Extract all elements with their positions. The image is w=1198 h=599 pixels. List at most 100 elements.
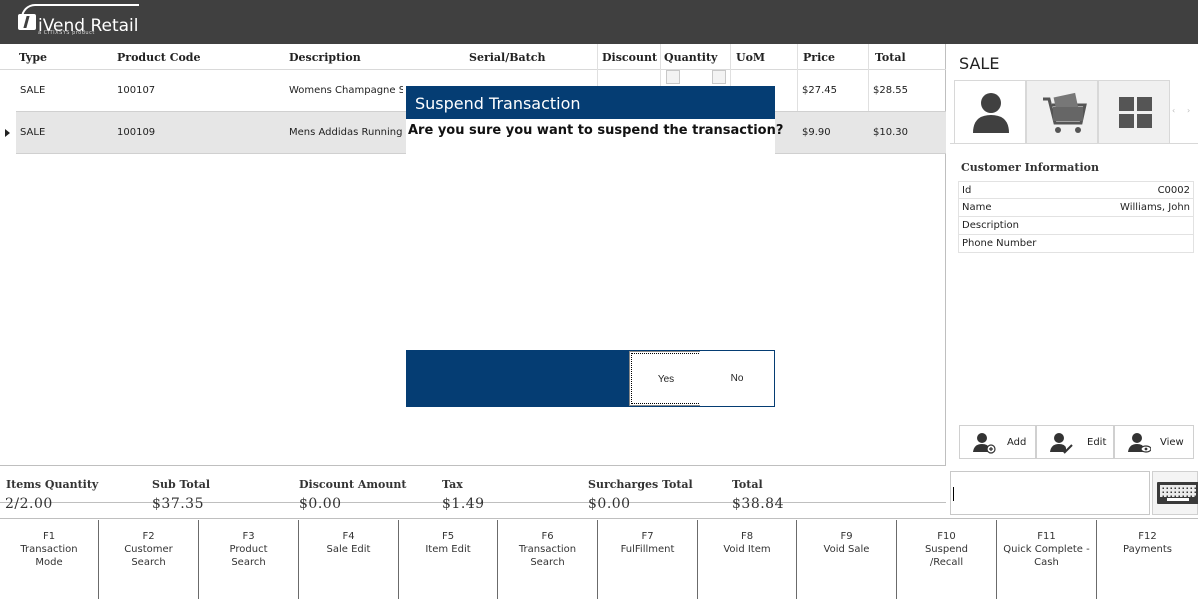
f10-suspend-recall-button[interactable]: F10 Suspend /Recall [897,520,997,599]
col-header-type[interactable]: Type [19,51,47,64]
cell-description: Womens Champagne S [289,85,403,96]
items-quantity-value: 2/2.00 [5,496,53,512]
items-quantity-label: Items Quantity [6,478,99,491]
fkey-key: F5 [441,531,455,542]
f12-payments-button[interactable]: F12 Payments [1097,520,1198,599]
quantity-increase-button[interactable] [712,70,726,84]
logo-i-mark [18,14,36,30]
total-label: Total [732,478,763,491]
fkey-key: F1 [42,531,56,542]
f9-void-sale-button[interactable]: F9 Void Sale [797,520,897,599]
col-header-description[interactable]: Description [289,51,361,64]
function-key-bar: F1 Transaction Mode F2 Customer Search F… [0,518,1198,599]
f3-product-search-button[interactable]: F3 Product Search [199,520,299,599]
no-label: No [730,373,744,384]
totals-bar: Items Quantity 2/2.00 Sub Total $37.35 D… [0,467,946,512]
dialog-footer: Yes No [406,350,775,407]
chevron-right-icon[interactable]: › [1187,106,1190,115]
f7-fulfillment-button[interactable]: F7 FulFillment [598,520,698,599]
add-user-icon [973,433,996,454]
fkey-key: F6 [541,531,554,542]
dialog-header: Suspend Transaction [406,86,775,119]
text-caret [953,487,954,501]
fkey-label: Product Search [229,544,268,568]
quantity-decrease-button[interactable] [666,70,680,84]
f2-customer-search-button[interactable]: F2 Customer Search [99,520,199,599]
tab-divider [950,143,1198,144]
yes-button[interactable]: Yes [629,351,703,406]
customer-info-row: Name Williams, John [958,199,1194,217]
fkey-label: Suspend /Recall [924,544,969,568]
fkey-key: F7 [641,531,654,542]
view-customer-button[interactable]: View [1114,425,1194,459]
fkey-label: Transaction Search [518,544,577,568]
f6-transaction-search-button[interactable]: F6 Transaction Search [498,520,598,599]
customer-panel: SALE ‹ › Customer Information Id C0002 N… [950,44,1198,466]
col-header-price[interactable]: Price [803,51,835,64]
f8-void-item-button[interactable]: F8 Void Item [698,520,797,599]
info-label: Name [962,202,992,213]
customer-info-row: Phone Number [958,235,1194,253]
dialog-title: Suspend Transaction [415,94,581,113]
f4-sale-edit-button[interactable]: F4 Sale Edit [299,520,399,599]
tab-grid[interactable] [1098,80,1170,144]
info-value: Williams, John [1120,202,1190,213]
fkey-key: F8 [740,531,754,542]
f11-quick-complete-cash-button[interactable]: F11 Quick Complete - Cash [997,520,1097,599]
edit-label: Edit [1087,437,1107,448]
col-header-uom[interactable]: UoM [736,51,765,64]
surcharges-total-label: Surcharges Total [588,478,693,491]
fkey-key: F9 [840,531,853,542]
col-header-discount[interactable]: Discount [602,51,657,64]
yes-label: Yes [657,374,675,385]
cell-product-code: 100109 [117,127,156,138]
cell-type: SALE [20,127,46,138]
info-label: Description [962,220,1019,231]
fkey-label: Sale Edit [326,544,371,555]
edit-customer-button[interactable]: Edit [1036,425,1114,459]
panel-title: SALE [959,54,1000,73]
chevron-left-icon[interactable]: ‹ [1172,106,1175,115]
col-header-product-code[interactable]: Product Code [117,51,200,64]
tab-customer[interactable] [954,80,1026,144]
scan-input[interactable] [950,471,1150,515]
fkey-label: Transaction Mode [20,544,78,568]
tab-cart[interactable] [1026,80,1098,144]
keyboard-button[interactable] [1152,471,1198,515]
cell-total: $10.30 [873,127,908,138]
fkey-label: Item Edit [425,544,471,555]
view-label: View [1160,437,1184,448]
fkey-key: F12 [1138,531,1157,542]
customer-info-title: Customer Information [961,161,1099,174]
sub-total-label: Sub Total [152,478,211,491]
col-header-serial-batch[interactable]: Serial/Batch [469,51,545,64]
fkey-key: F10 [937,531,956,542]
info-label: Phone Number [962,238,1037,249]
f1-transaction-mode-button[interactable]: F1 Transaction Mode [0,520,99,599]
cell-total: $28.55 [873,85,908,96]
add-label: Add [1007,437,1027,448]
info-value: C0002 [1157,185,1190,196]
cell-price: $9.90 [802,127,831,138]
view-user-icon [1128,433,1151,453]
cell-description: Mens Addidas Running [289,127,403,138]
grid-icon [1119,97,1152,128]
sub-total-value: $37.35 [152,496,204,512]
add-customer-button[interactable]: Add [959,425,1036,459]
tax-label: Tax [442,478,463,491]
fkey-label: Void Item [723,544,771,555]
grid-header: Type Product Code Description Serial/Bat… [0,44,946,70]
col-header-total[interactable]: Total [875,51,906,64]
col-header-quantity[interactable]: Quantity [664,51,717,64]
keyboard-icon [1157,482,1198,504]
f5-item-edit-button[interactable]: F5 Item Edit [399,520,498,599]
total-value: $38.84 [732,496,784,512]
surcharges-total-value: $0.00 [588,496,631,512]
app-header: iVend Retail a CITIXSYS product [0,0,1198,44]
fkey-label: Void Sale [823,544,870,555]
cart-icon [1043,92,1087,133]
selected-row-indicator-icon [5,129,10,137]
fkey-key: F11 [1037,531,1056,542]
no-button[interactable]: No [700,351,774,406]
edit-user-icon [1050,433,1073,454]
